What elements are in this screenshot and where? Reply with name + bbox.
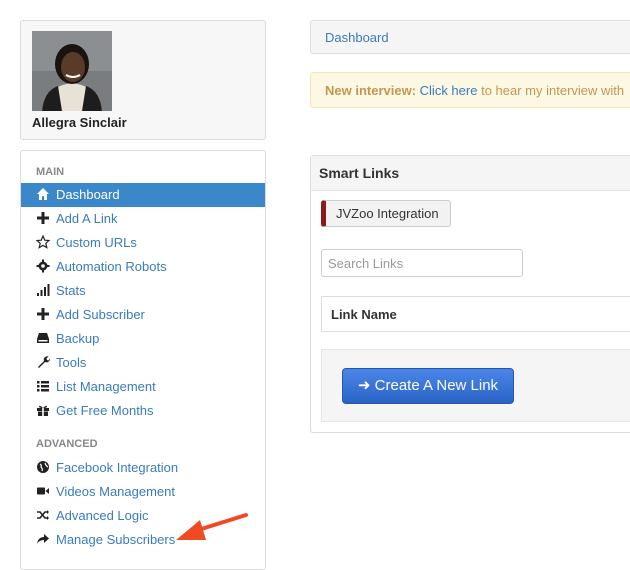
- shuffle-icon: [37, 510, 49, 520]
- sidebar-item-get-free-months[interactable]: Get Free Months: [21, 399, 265, 423]
- sidebar-item-label: Automation Robots: [56, 259, 167, 274]
- sidebar-item-facebook-integration[interactable]: Facebook Integration: [21, 456, 265, 480]
- annotation-arrow-icon: [176, 513, 248, 540]
- sidebar-item-custom-urls[interactable]: Custom URLs: [21, 231, 265, 255]
- sidebar-item-stats[interactable]: Stats: [21, 279, 265, 303]
- sidebar-item-label: Tools: [56, 355, 87, 370]
- smart-links-title: Smart Links: [319, 165, 400, 181]
- sidebar-item-label: Manage Subscribers: [56, 532, 176, 547]
- sidebar-item-tools[interactable]: Tools: [21, 351, 265, 375]
- smart-links-header: Smart Links: [311, 156, 630, 191]
- sidebar-item-label: Facebook Integration: [56, 460, 179, 475]
- sidebar-item-label: Advanced Logic: [56, 508, 149, 523]
- sidebar-item-label: Add Subscriber: [56, 307, 145, 322]
- signal-icon: [37, 284, 50, 296]
- profile-name: Allegra Sinclair: [32, 115, 127, 130]
- sidebar-item-dashboard[interactable]: Dashboard: [21, 183, 265, 207]
- smart-links-panel: Smart Links JVZoo Integration Link Name …: [310, 155, 630, 433]
- link-name-column-header[interactable]: Link Name: [331, 307, 397, 322]
- breadcrumb: Dashboard: [310, 20, 630, 54]
- sidebar-item-label: Add A Link: [56, 211, 118, 226]
- sidebar-item-automation-robots[interactable]: Automation Robots: [21, 255, 265, 279]
- links-table-header: Link Name: [321, 296, 630, 332]
- sidebar-item-label: Dashboard: [56, 187, 120, 202]
- plus-icon: [37, 212, 49, 224]
- plus-icon: [37, 308, 49, 320]
- alert-title: New interview:: [325, 83, 417, 98]
- list-icon: [37, 381, 49, 392]
- sidebar-item-list-management[interactable]: List Management: [21, 375, 265, 399]
- video-icon: [37, 487, 49, 495]
- sidebar-item-videos-management[interactable]: Videos Management: [21, 480, 265, 504]
- interview-alert: New interview: Click here to hear my int…: [310, 72, 630, 108]
- star-icon: [36, 235, 50, 249]
- alert-link[interactable]: Click here: [420, 83, 478, 98]
- hdd-icon: [37, 333, 49, 343]
- avatar[interactable]: [32, 31, 112, 111]
- sidebar: MAIN Dashboard Add A Link Custom URLs Au…: [20, 150, 266, 570]
- search-links-input[interactable]: [321, 249, 523, 277]
- sidebar-item-label: Custom URLs: [56, 235, 137, 250]
- create-new-link-button[interactable]: ➜ Create A New Link: [342, 368, 514, 404]
- globe-icon: [37, 461, 49, 473]
- share-icon: [37, 534, 49, 544]
- gear-icon: [36, 259, 50, 273]
- sidebar-item-add-subscriber[interactable]: Add Subscriber: [21, 303, 265, 327]
- create-link-area: ➜ Create A New Link: [321, 349, 630, 422]
- jvzoo-integration-button[interactable]: JVZoo Integration: [321, 200, 451, 227]
- sidebar-item-backup[interactable]: Backup: [21, 327, 265, 351]
- sidebar-item-label: Backup: [56, 331, 100, 346]
- sidebar-item-label: Get Free Months: [56, 403, 154, 418]
- nav-header-main: MAIN: [36, 166, 65, 178]
- sidebar-item-label: List Management: [56, 379, 156, 394]
- alert-text: to hear my interview with: [481, 83, 625, 98]
- nav-header-advanced: ADVANCED: [36, 438, 98, 450]
- gift-icon: [37, 405, 49, 416]
- sidebar-item-label: Stats: [56, 283, 86, 298]
- breadcrumb-dashboard-link[interactable]: Dashboard: [325, 30, 389, 45]
- sidebar-item-add-link[interactable]: Add A Link: [21, 207, 265, 231]
- profile-card: Allegra Sinclair: [20, 20, 266, 140]
- wrench-icon: [38, 356, 50, 368]
- home-icon: [37, 188, 49, 200]
- sidebar-item-label: Videos Management: [56, 484, 176, 499]
